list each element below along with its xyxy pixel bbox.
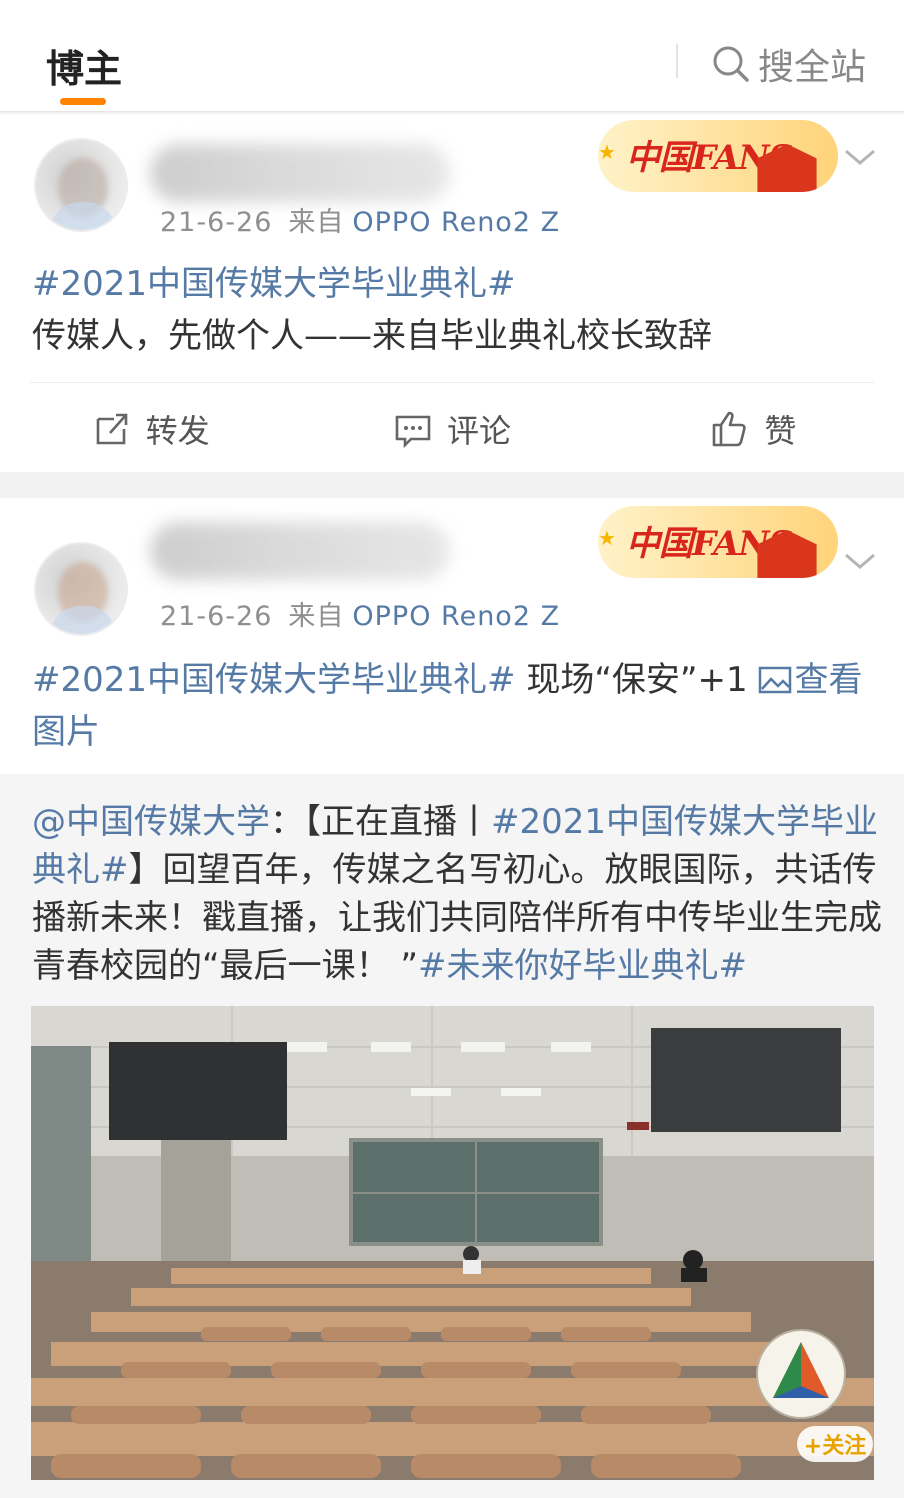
chevron-down-icon[interactable] bbox=[842, 142, 878, 178]
post-meta: 21-6-26 来自 OPPO Reno2 Z bbox=[160, 594, 560, 633]
post-date: 21-6-26 bbox=[160, 207, 273, 238]
fans-badge: ★ 中国FANS bbox=[598, 120, 838, 192]
repost-button[interactable]: 转发 bbox=[0, 384, 301, 474]
post-meta: 21-6-26 来自 OPPO Reno2 Z bbox=[160, 200, 560, 239]
repost-sep: ：【正在直播丨 bbox=[270, 802, 491, 842]
follow-button[interactable]: +关注 bbox=[797, 1426, 873, 1462]
image-icon bbox=[759, 666, 792, 694]
search-icon bbox=[713, 46, 749, 82]
nav-divider bbox=[676, 44, 678, 78]
post-body-text: 传媒人，先做个人——来自毕业典礼校长致辞 bbox=[32, 316, 712, 356]
chevron-down-icon[interactable] bbox=[842, 546, 878, 582]
source-prefix: 来自 bbox=[288, 207, 345, 238]
avatar[interactable] bbox=[34, 542, 128, 636]
source-prefix: 来自 bbox=[288, 601, 345, 632]
topic-link[interactable]: #2021中国传媒大学毕业典礼# bbox=[32, 660, 516, 700]
topic-link[interactable]: #未来你好毕业典礼# bbox=[418, 946, 747, 986]
repost-block[interactable]: @中国传媒大学：【正在直播丨#2021中国传媒大学毕业典礼#】回望百年，传媒之名… bbox=[0, 774, 904, 1498]
classroom-photo[interactable]: +关注 bbox=[31, 1006, 874, 1480]
mention-link[interactable]: @中国传媒大学 bbox=[32, 802, 270, 842]
topic-link[interactable]: #2021中国传媒大学毕业典礼# bbox=[32, 264, 516, 304]
post-body: #2021中国传媒大学毕业典礼# 传媒人，先做个人——来自毕业典礼校长致辞 bbox=[32, 258, 872, 362]
username-blurred[interactable] bbox=[150, 144, 450, 202]
post-card: ★ 中国FANS 21-6-26 来自 OPPO Reno2 Z #2021中国传媒… bbox=[0, 114, 904, 472]
like-label: 赞 bbox=[764, 412, 797, 450]
action-bar: 转发 评论 赞 bbox=[0, 384, 904, 474]
like-icon bbox=[713, 411, 746, 447]
device-name[interactable]: OPPO Reno2 Z bbox=[352, 601, 560, 632]
device-name[interactable]: OPPO Reno2 Z bbox=[352, 207, 560, 238]
search-all-label: 搜全站 bbox=[758, 47, 867, 88]
like-button[interactable]: 赞 bbox=[603, 384, 904, 474]
top-nav: 博主 搜全站 bbox=[0, 0, 904, 112]
fans-badge: ★ 中国FANS bbox=[598, 506, 838, 578]
repost-text: @中国传媒大学：【正在直播丨#2021中国传媒大学毕业典礼#】回望百年，传媒之名… bbox=[32, 798, 882, 990]
post-body-text: 现场“保安”+1 bbox=[515, 660, 759, 700]
post-body: #2021中国传媒大学毕业典礼# 现场“保安”+1 查看图片 bbox=[32, 654, 872, 758]
divider bbox=[30, 382, 874, 383]
avatar[interactable] bbox=[34, 138, 128, 232]
comment-label: 评论 bbox=[446, 412, 511, 450]
tab-active-indicator bbox=[60, 98, 106, 105]
post-card: ★ 中国FANS 21-6-26 来自 OPPO Reno2 Z #2021中国传媒… bbox=[0, 498, 904, 1498]
search-all-button[interactable]: 搜全站 bbox=[712, 38, 866, 90]
repost-label: 转发 bbox=[145, 412, 210, 450]
repost-icon bbox=[96, 413, 127, 445]
comment-button[interactable]: 评论 bbox=[301, 384, 602, 474]
username-blurred[interactable] bbox=[150, 522, 450, 580]
comment-icon bbox=[395, 415, 431, 449]
tab-bozhu[interactable]: 博主 bbox=[46, 38, 122, 93]
post-date: 21-6-26 bbox=[160, 601, 273, 632]
